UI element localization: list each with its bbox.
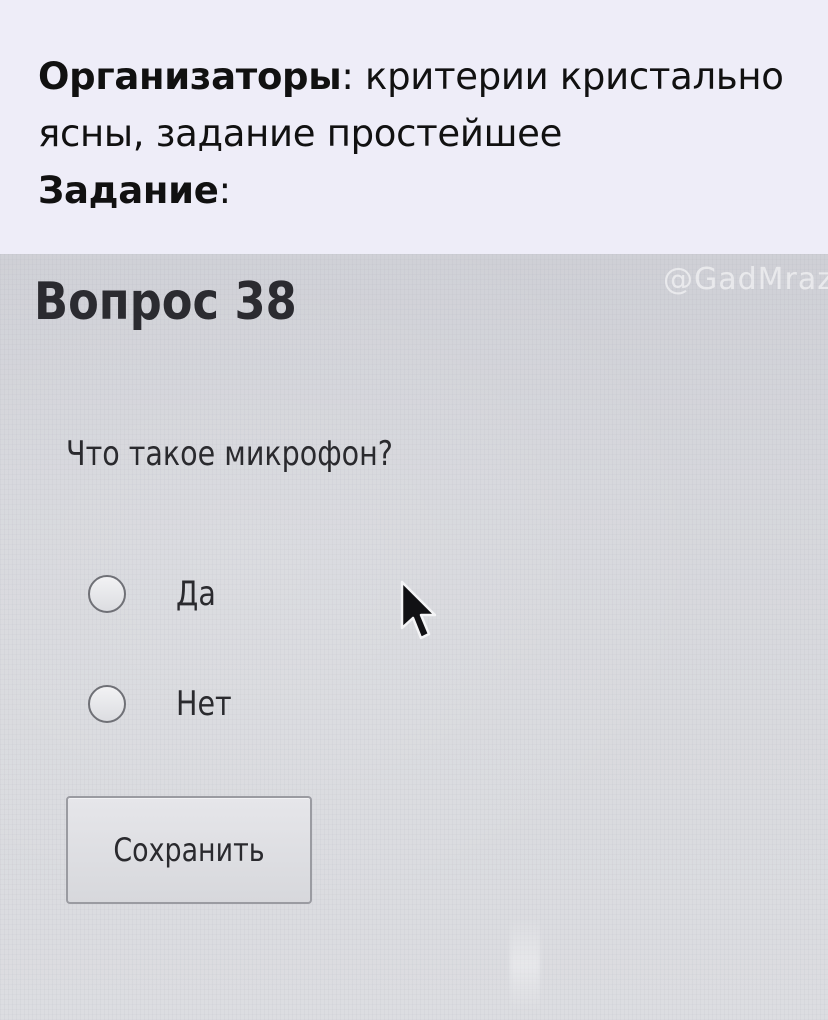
radio-button-icon[interactable] bbox=[88, 575, 126, 613]
save-button[interactable]: Сохранить bbox=[66, 796, 312, 904]
caption-line-2: ясны, задание простейшее bbox=[38, 112, 563, 155]
question-title: Вопрос 38 bbox=[34, 272, 297, 332]
watermark: @GadMraz bbox=[662, 262, 828, 297]
quiz-screen-photo: @GadMraz Вопрос 38 Что такое микрофон? Д… bbox=[0, 254, 828, 1020]
caption-organizers: Организаторы bbox=[38, 55, 342, 98]
meme-caption: Организаторы: критерии кристально ясны, … bbox=[0, 0, 828, 254]
caption-line-1: Организаторы: критерии кристально bbox=[38, 48, 790, 105]
caption-criteria-text: : критерии кристально bbox=[341, 55, 784, 98]
mouse-pointer-icon bbox=[400, 580, 437, 640]
caption-task: Задание bbox=[38, 169, 219, 212]
radio-button-icon[interactable] bbox=[88, 685, 126, 723]
answer-option-yes[interactable]: Да bbox=[88, 572, 223, 616]
answer-option-no[interactable]: Нет bbox=[88, 682, 242, 726]
screen-glare bbox=[510, 914, 540, 1014]
question-text: Что такое микрофон? bbox=[66, 434, 393, 474]
answer-label-yes: Да bbox=[176, 574, 216, 614]
caption-line-3: Задание: bbox=[38, 162, 790, 219]
caption-colon: : bbox=[218, 169, 231, 212]
save-button-label: Сохранить bbox=[113, 831, 265, 869]
answer-label-no: Нет bbox=[176, 684, 232, 724]
